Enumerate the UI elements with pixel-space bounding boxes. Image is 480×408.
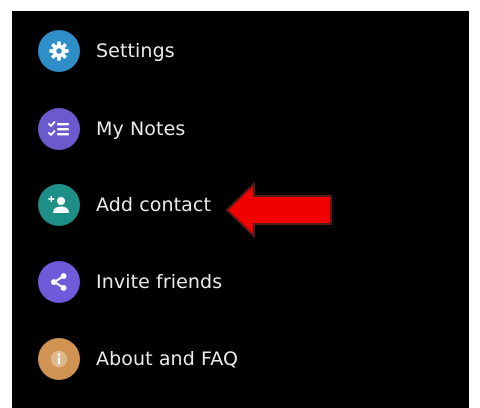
menu-label-invite-friends: Invite friends (96, 271, 223, 293)
menu-label-settings: Settings (96, 40, 175, 62)
menu-item-settings[interactable]: Settings (12, 21, 469, 81)
menu-label-about-faq: About and FAQ (96, 348, 239, 370)
menu-item-about-faq[interactable]: About and FAQ (12, 329, 469, 389)
add-person-icon (38, 184, 80, 226)
menu-item-invite-friends[interactable]: Invite friends (12, 252, 469, 312)
share-icon (38, 261, 80, 303)
info-icon (38, 338, 80, 380)
menu-label-my-notes: My Notes (96, 118, 186, 140)
menu-label-add-contact: Add contact (96, 194, 212, 216)
checklist-icon (38, 108, 80, 150)
left-arrow-icon (225, 181, 333, 239)
gear-icon (38, 30, 80, 72)
menu-item-my-notes[interactable]: My Notes (12, 99, 469, 159)
